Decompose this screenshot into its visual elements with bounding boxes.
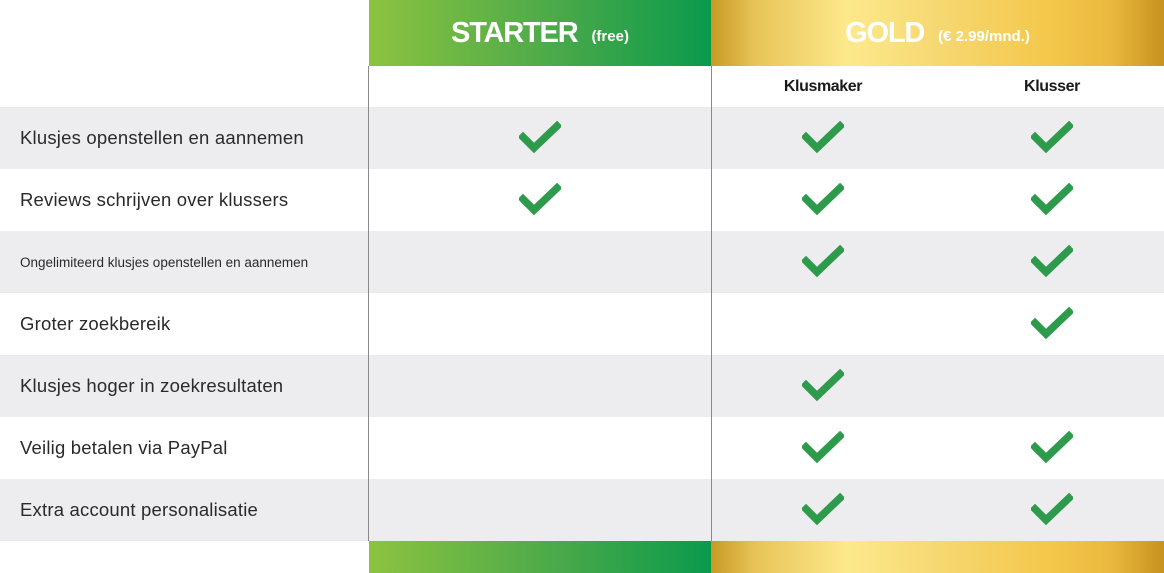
feature-row: Klusjes openstellen en aannemen xyxy=(0,107,1164,169)
plan-price-starter: (free) xyxy=(591,27,629,45)
feature-row: Klusjes hoger in zoekresultaten xyxy=(0,355,1164,417)
feature-label: Reviews schrijven over klussers xyxy=(20,189,289,210)
feature-label: Extra account personalisatie xyxy=(20,499,259,520)
tier-header-klusser: Klusser xyxy=(1024,77,1080,95)
feature-label: Klusjes hoger in zoekresultaten xyxy=(20,375,284,396)
plan-name-starter: STARTER xyxy=(451,16,579,49)
klusser-cell xyxy=(940,293,1164,355)
starter-cell xyxy=(369,479,711,541)
check-icon xyxy=(1031,431,1073,464)
klusser-cell xyxy=(940,169,1164,231)
klusmaker-cell xyxy=(711,169,935,231)
check-icon xyxy=(802,245,844,278)
check-icon xyxy=(1031,307,1073,340)
feature-row: Veilig betalen via PayPal xyxy=(0,417,1164,479)
plan-name-gold: GOLD xyxy=(845,16,925,49)
check-icon xyxy=(1031,493,1073,526)
feature-row: Extra account personalisatie xyxy=(0,479,1164,541)
feature-row: Ongelimiteerd klusjes openstellen en aan… xyxy=(0,231,1164,293)
plan-price-gold: (€ 2.99/mnd.) xyxy=(938,27,1030,45)
check-icon xyxy=(802,183,844,216)
tier-header-klusmaker: Klusmaker xyxy=(783,77,863,95)
klusmaker-cell xyxy=(711,293,935,355)
starter-cell xyxy=(369,293,711,355)
check-icon xyxy=(802,369,844,402)
klusmaker-cell xyxy=(711,231,935,293)
plan-footer-gold xyxy=(711,541,1164,573)
starter-cell xyxy=(369,417,711,479)
check-icon xyxy=(1031,121,1073,154)
starter-cell xyxy=(369,169,711,231)
plan-header-starter: STARTER (free) xyxy=(369,0,711,66)
column-divider-gold xyxy=(711,66,712,541)
check-icon xyxy=(519,121,561,154)
plan-header-gold: GOLD (€ 2.99/mnd.) xyxy=(711,0,1164,66)
check-icon xyxy=(519,183,561,216)
feature-row: Groter zoekbereik xyxy=(0,293,1164,355)
klusser-cell xyxy=(940,417,1164,479)
klusser-cell xyxy=(940,231,1164,293)
check-icon xyxy=(802,431,844,464)
klusser-cell xyxy=(940,479,1164,541)
klusmaker-cell xyxy=(711,355,935,417)
starter-cell xyxy=(369,107,711,169)
klusmaker-cell xyxy=(711,417,935,479)
plan-footer-starter xyxy=(369,541,711,573)
check-icon xyxy=(1031,183,1073,216)
klusser-cell xyxy=(940,355,1164,417)
feature-label: Veilig betalen via PayPal xyxy=(20,437,228,458)
check-icon xyxy=(1031,245,1073,278)
klusmaker-cell xyxy=(711,107,935,169)
check-icon xyxy=(802,121,844,154)
starter-cell xyxy=(369,355,711,417)
starter-cell xyxy=(369,231,711,293)
klusmaker-cell xyxy=(711,479,935,541)
feature-label: Klusjes openstellen en aannemen xyxy=(20,127,304,148)
feature-row: Reviews schrijven over klussers xyxy=(0,169,1164,231)
feature-label: Ongelimiteerd klusjes openstellen en aan… xyxy=(20,254,309,270)
column-divider-left xyxy=(368,66,369,541)
klusser-cell xyxy=(940,107,1164,169)
feature-label: Groter zoekbereik xyxy=(20,313,171,334)
check-icon xyxy=(802,493,844,526)
